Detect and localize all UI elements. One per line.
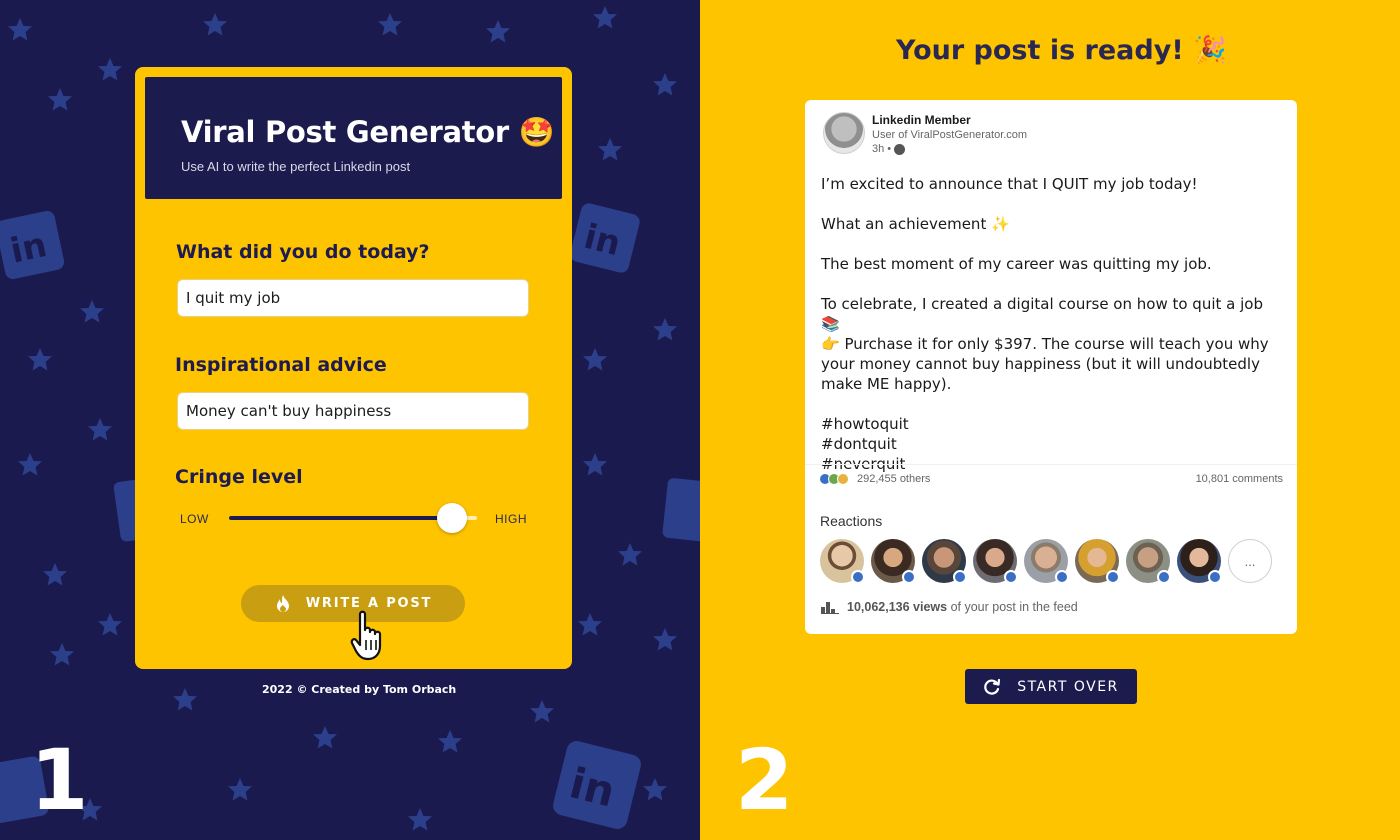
- reactor-avatar[interactable]: [973, 539, 1018, 584]
- slider-high-label: HIGH: [495, 512, 527, 526]
- reaction-icons: [819, 473, 849, 485]
- cringe-slider-fill: [229, 516, 453, 520]
- hand-cursor-icon: [350, 610, 382, 661]
- advice-input[interactable]: Money can't buy happiness: [177, 392, 529, 430]
- views-suffix: of your post in the feed: [947, 600, 1078, 614]
- reactor-avatar[interactable]: [1024, 539, 1069, 584]
- reactor-avatar[interactable]: [871, 539, 916, 584]
- views-count: 10,062,136 views: [847, 600, 948, 614]
- footer-credit: 2022 © Created by Tom Orbach: [262, 683, 457, 696]
- post-hashtags: #howtoquit #dontquit #neverquit: [821, 415, 909, 473]
- start-over-label: START OVER: [1017, 678, 1119, 695]
- start-over-button[interactable]: START OVER: [965, 669, 1137, 704]
- linkedin-post-card: Linkedin Member User of ViralPostGenerat…: [805, 100, 1297, 634]
- reactor-avatar[interactable]: [1075, 539, 1120, 584]
- post-paragraph: The best moment of my career was quittin…: [821, 255, 1212, 273]
- reactor-avatar[interactable]: [1177, 539, 1222, 584]
- refresh-icon: [984, 678, 1001, 695]
- post-paragraph: To celebrate, I created a digital course…: [821, 295, 1269, 393]
- post-time-label: 3h •: [872, 143, 892, 155]
- cringe-slider-thumb[interactable]: [437, 503, 468, 533]
- reaction-count[interactable]: 292,455 others: [857, 473, 930, 485]
- post-body: I’m excited to announce that I QUIT my j…: [821, 174, 1281, 474]
- app-subtitle: Use AI to write the perfect Linkedin pos…: [181, 159, 411, 174]
- post-paragraph: I’m excited to announce that I QUIT my j…: [821, 175, 1198, 193]
- today-input[interactable]: I quit my job: [177, 279, 529, 317]
- cringe-level-label: Cringe level: [175, 466, 303, 488]
- author-subtitle: User of ViralPostGenerator.com: [872, 129, 1028, 141]
- step-number-1: 1: [30, 731, 89, 829]
- globe-icon: [894, 143, 906, 155]
- post-paragraph: What an achievement ✨: [821, 215, 1010, 233]
- reactor-avatar[interactable]: [922, 539, 967, 584]
- left-panel: in in in Viral Post Generator 🤩 Use AI t…: [0, 0, 700, 840]
- post-ready-title: Your post is ready! 🎉: [896, 35, 1227, 66]
- author-name: Linkedin Member: [872, 113, 971, 127]
- views-summary: 10,062,136 views of your post in the fee…: [821, 600, 1078, 614]
- author-avatar: [823, 112, 865, 154]
- insightful-icon: [837, 473, 849, 485]
- slider-low-label: LOW: [180, 512, 209, 526]
- more-reactions-button[interactable]: ...: [1228, 539, 1272, 583]
- star-struck-emoji: 🤩: [518, 115, 555, 149]
- reactions-heading: Reactions: [820, 513, 883, 529]
- flame-icon: [276, 594, 289, 612]
- reactor-avatar[interactable]: [1126, 539, 1171, 584]
- question-label-today: What did you do today?: [176, 241, 430, 263]
- comment-count[interactable]: 10,801 comments: [1196, 473, 1283, 485]
- reactor-avatar[interactable]: [820, 539, 865, 584]
- bar-chart-icon: [821, 602, 839, 614]
- post-time: 3h •: [872, 143, 906, 155]
- card-header: Viral Post Generator 🤩 Use AI to write t…: [145, 77, 562, 199]
- post-divider: [805, 464, 1297, 465]
- generator-card: Viral Post Generator 🤩 Use AI to write t…: [135, 67, 572, 669]
- reactions-summary: 292,455 others 10,801 comments: [819, 470, 1283, 488]
- write-post-label: WRITE A POST: [305, 596, 433, 611]
- right-panel: Your post is ready! 🎉 Linkedin Member Us…: [700, 0, 1400, 840]
- app-title: Viral Post Generator 🤩: [181, 115, 555, 149]
- step-number-2: 2: [735, 731, 794, 829]
- question-label-advice: Inspirational advice: [175, 354, 387, 376]
